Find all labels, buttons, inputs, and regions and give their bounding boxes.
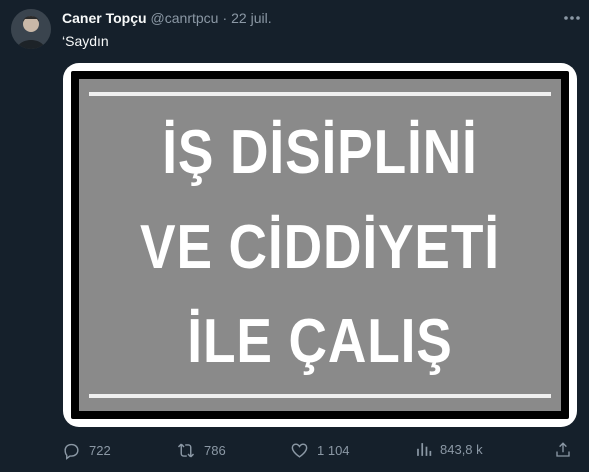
- retweet-button[interactable]: 786: [176, 441, 226, 460]
- sign-border: İŞ DİSİPLİNİ VE CİDDİYETİ İLE ÇALIŞ: [71, 71, 569, 419]
- tweet-text: ‘Saydın: [62, 33, 109, 49]
- author-handle[interactable]: @canrtpcu: [151, 10, 219, 26]
- sign-top-rule: [89, 92, 551, 96]
- tweet-date[interactable]: 22 juil.: [231, 10, 271, 26]
- more-icon[interactable]: [560, 8, 584, 28]
- retweet-icon: [176, 441, 196, 460]
- reply-icon: [62, 441, 81, 460]
- like-count: 1 104: [317, 443, 350, 458]
- views-button[interactable]: 843,8 k: [415, 441, 483, 458]
- avatar[interactable]: [11, 9, 51, 49]
- tweet[interactable]: Caner Topçu @canrtpcu · 22 juil. ‘Saydın…: [0, 0, 589, 472]
- views-count: 843,8 k: [440, 442, 483, 457]
- share-button[interactable]: [554, 441, 572, 459]
- retweet-count: 786: [204, 443, 226, 458]
- sign-panel: İŞ DİSİPLİNİ VE CİDDİYETİ İLE ÇALIŞ: [79, 79, 561, 411]
- author-name[interactable]: Caner Topçu: [62, 10, 147, 26]
- reply-count: 722: [89, 443, 111, 458]
- sign-line-1: İŞ DİSİPLİNİ: [162, 118, 478, 187]
- like-icon: [290, 441, 309, 460]
- tweet-media[interactable]: İŞ DİSİPLİNİ VE CİDDİYETİ İLE ÇALIŞ: [63, 63, 577, 427]
- sign-bottom-rule: [89, 394, 551, 398]
- separator-dot: ·: [222, 10, 228, 26]
- action-bar: 722 786 1 104 843,8 k: [62, 441, 577, 463]
- reply-button[interactable]: 722: [62, 441, 111, 460]
- sign-line-3: İLE ÇALIŞ: [187, 307, 453, 376]
- tweet-header: Caner Topçu @canrtpcu · 22 juil.: [62, 10, 272, 28]
- share-icon: [554, 441, 572, 459]
- views-icon: [415, 441, 432, 458]
- like-button[interactable]: 1 104: [290, 441, 350, 460]
- sign-line-2: VE CİDDİYETİ: [140, 213, 500, 282]
